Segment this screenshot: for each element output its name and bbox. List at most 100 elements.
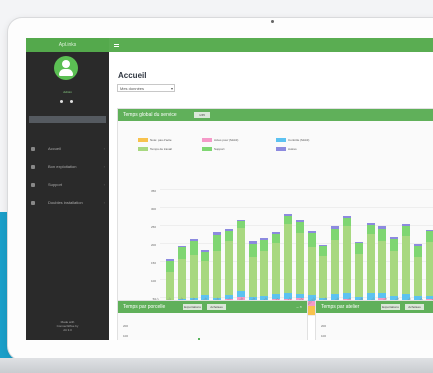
global-service-chart-panel: Temps global du service 1/45 Note: pas d…: [117, 108, 433, 319]
grid-line: [160, 207, 433, 208]
top-bar: [109, 38, 433, 52]
chart-bar-segment: [331, 228, 340, 241]
chart-bar-segment: [366, 222, 375, 225]
chart-bar-segment: [189, 239, 198, 241]
chart-bar-segment: [425, 241, 433, 296]
chart-bar-segment: [177, 246, 186, 260]
user-avatar[interactable]: [54, 56, 78, 80]
chart-bar-segment: [201, 260, 210, 295]
chart-bar-segment: [390, 237, 399, 239]
chart-bar-segment: [366, 234, 375, 294]
chart-bar-segment: [331, 240, 340, 295]
chart-bar-segment: [378, 225, 387, 229]
chart-bar-segment: [413, 256, 422, 297]
chevron-right-icon: ›: [103, 164, 105, 169]
legend-label: Autres: [288, 147, 297, 151]
chart-bar-segment: [307, 246, 316, 296]
y-tick-label: 200: [150, 243, 156, 247]
chart-bar-segment: [225, 240, 233, 295]
chart-bar-segment: [295, 232, 304, 295]
y-tick-label: 100: [150, 279, 156, 283]
chart-bar-segment: [236, 221, 245, 229]
chart-bar-segment: [331, 226, 340, 229]
chart-bar-segment: [260, 237, 269, 240]
sidebar-item-label: Support: [48, 182, 63, 187]
sidebar-item-bon-exploitation[interactable]: Bon exploitation ›: [31, 162, 105, 172]
chart-bar-segment: [343, 218, 351, 227]
sidebar-footer: Made with ConnectWise by Alt 3.0: [34, 320, 101, 332]
chart-bar-segment: [402, 223, 410, 227]
chart-bar-segment: [248, 257, 257, 297]
legend-swatch: [202, 147, 212, 152]
bottom-left-axis-label: 100: [123, 334, 129, 338]
chart-bar-segment: [177, 245, 186, 247]
chart-bar-segment: [343, 216, 351, 219]
sidebar-search[interactable]: [29, 116, 106, 123]
chevron-down-icon: ▾: [170, 86, 173, 91]
legend-swatch: [138, 147, 148, 152]
chart-bar-segment: [284, 215, 292, 225]
chart-bar-segment: [307, 232, 316, 247]
laptop-base: [0, 358, 433, 373]
sidebar-item-support[interactable]: Support ›: [31, 180, 105, 190]
chart-bar-segment: [272, 234, 281, 244]
chart-bar-segment: [248, 243, 257, 258]
temps-par-porcelle-panel: Temps par porcelle Exportations Achétées…: [117, 300, 308, 340]
legend-item: Note: pas d'acte: [138, 138, 172, 143]
legend-swatch: [138, 138, 148, 143]
chart-bar-segment: [213, 232, 222, 236]
chart-bar-segment: [413, 244, 422, 246]
sidebar-item-accueil[interactable]: Accueil ›: [31, 144, 105, 154]
chart-bar-segment: [272, 243, 281, 294]
avatar-body: [59, 69, 73, 76]
panel-window-controls[interactable]: – ×: [296, 301, 302, 313]
chart-bar-segment: [390, 238, 399, 252]
bottom-right-export-button[interactable]: Exportations: [381, 304, 400, 310]
sidebar-item-label: Bon exploitation: [48, 164, 77, 169]
user-name: Admin: [63, 90, 72, 94]
bottom-left-bar: [198, 338, 200, 340]
chart-bar-segment: [425, 230, 433, 232]
chart-bar-segment: [413, 245, 422, 257]
bottom-left-export-button[interactable]: Exportations: [183, 304, 202, 310]
chart-bar-segment: [319, 256, 328, 298]
chart-period-pill[interactable]: 1/45: [194, 112, 210, 118]
bottom-right-axis-label: 100: [321, 334, 327, 338]
settings-icon[interactable]: [70, 100, 73, 103]
sidebar: Apl.inks Admin Accueil › Bon exploitatio…: [26, 38, 109, 340]
bottom-left-axis-label: 200: [123, 324, 129, 328]
bottom-right-purchased-button[interactable]: Achétées: [405, 304, 424, 310]
legend-swatch: [202, 138, 212, 143]
grid-line: [160, 189, 433, 190]
profile-icon[interactable]: [60, 100, 63, 103]
legend-label: Actes pour (Mobil): [214, 138, 239, 142]
footer-line: Alt 3.0: [63, 328, 72, 332]
y-tick-label: 150: [150, 261, 156, 265]
user-icons: [58, 99, 76, 105]
chart-bar-segment: [402, 236, 410, 294]
chart-bar-segment: [284, 224, 292, 293]
camera-dot: [271, 20, 274, 23]
chart-bar-segment: [402, 226, 410, 237]
chart-title: Temps global du service: [123, 112, 177, 118]
sidebar-brand: Apl.inks: [26, 38, 109, 52]
chart-bar-segment: [201, 249, 210, 252]
support-icon: [31, 183, 35, 187]
select-value: Mes données: [120, 86, 145, 91]
y-tick-label: 250: [150, 225, 156, 229]
sidebar-item-label: Doubles installation: [48, 200, 83, 205]
chevron-right-icon: ›: [103, 200, 105, 205]
data-filter-select[interactable]: Mes données ▾: [117, 84, 175, 92]
sidebar-item-doubles-installation[interactable]: Doubles installation ›: [31, 198, 105, 208]
legend-item: Actes pour (Mobil): [202, 138, 238, 143]
bottom-left-purchased-button[interactable]: Achétées: [207, 304, 226, 310]
shield-icon: [31, 201, 35, 205]
menu-icon[interactable]: [114, 44, 119, 47]
chart-bar-segment: [425, 231, 433, 242]
chart-bar-segment: [201, 252, 210, 261]
chart-bar-segment: [307, 230, 316, 233]
legend-item: Support: [202, 147, 225, 152]
chart-icon: [31, 165, 35, 169]
chart-bar-segment: [236, 219, 245, 222]
main-content: Accueil Mes données ▾ Temps global du se…: [109, 38, 433, 340]
